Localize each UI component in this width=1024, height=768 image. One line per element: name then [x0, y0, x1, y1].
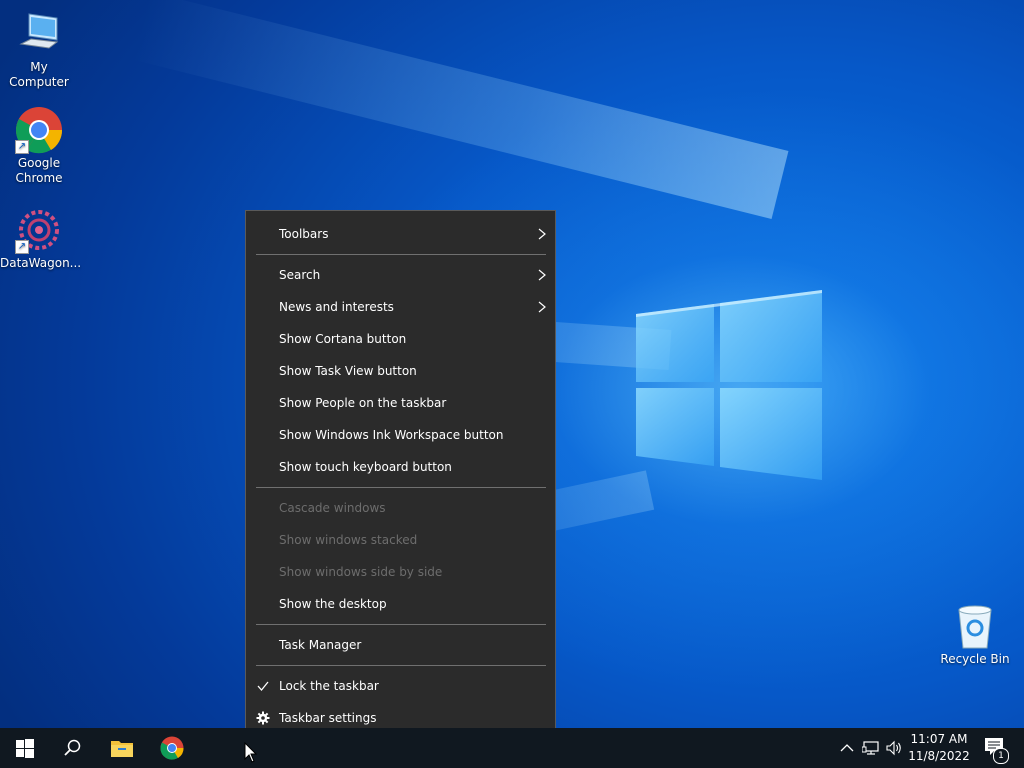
menu-item-show-people[interactable]: Show People on the taskbar	[246, 387, 555, 419]
menu-item-search[interactable]: Search	[246, 259, 555, 291]
desktop-icon-datawagon[interactable]: ↗ DataWagon...	[0, 206, 82, 271]
shortcut-arrow-icon: ↗	[15, 140, 29, 154]
file-explorer-button[interactable]	[98, 728, 146, 768]
folder-icon	[111, 741, 133, 757]
menu-separator	[256, 624, 546, 625]
computer-icon	[15, 10, 63, 58]
menu-item-task-manager[interactable]: Task Manager	[246, 629, 555, 661]
datawagon-icon: ↗	[15, 206, 63, 254]
menu-item-cascade-windows: Cascade windows	[279, 501, 386, 515]
recycle-bin-icon	[951, 602, 999, 650]
menu-item-lock-the-taskbar[interactable]: Lock the taskbar	[246, 670, 555, 702]
chevron-right-icon	[538, 269, 546, 281]
search-icon	[64, 739, 81, 756]
menu-item-show-windows-side-by-side: Show windows side by side	[279, 565, 443, 579]
desktop-icon-label: Recycle Bin	[940, 652, 1010, 666]
menu-item-show-windows-stacked: Show windows stacked	[279, 533, 418, 547]
desktop-icon-label: DataWagon...	[0, 256, 82, 270]
chrome-taskbar-button[interactable]	[148, 728, 196, 768]
notification-count-badge: 1	[993, 748, 1009, 764]
menu-separator	[256, 487, 546, 488]
clock-date: 11/8/2022	[908, 749, 970, 763]
chevron-right-icon	[538, 301, 546, 313]
taskbar[interactable]: 11:07 AM 11/8/2022 1	[0, 728, 1024, 768]
chrome-icon: ↗	[15, 106, 63, 154]
clock-time: 11:07 AM	[910, 732, 968, 746]
menu-item-toolbars[interactable]: Toolbars	[246, 218, 555, 250]
shortcut-arrow-icon: ↗	[15, 240, 29, 254]
desktop-icon-my-computer[interactable]: My Computer	[0, 10, 78, 90]
checkmark-icon	[257, 681, 269, 692]
menu-item-show-ink-workspace[interactable]: Show Windows Ink Workspace button	[246, 419, 555, 451]
desktop-icon-recycle-bin[interactable]: Recycle Bin	[936, 602, 1014, 667]
windows-logo	[636, 290, 822, 480]
mouse-cursor-icon	[244, 742, 258, 763]
action-center-button[interactable]: 1	[978, 728, 1018, 768]
menu-separator	[256, 665, 546, 666]
menu-item-show-task-view-button[interactable]: Show Task View button	[246, 355, 555, 387]
search-button[interactable]	[48, 728, 96, 768]
desktop-icon-label: My Computer	[9, 60, 69, 89]
chevron-right-icon	[538, 228, 546, 240]
menu-item-show-cortana-button[interactable]: Show Cortana button	[246, 323, 555, 355]
chevron-up-icon[interactable]	[838, 738, 856, 758]
desktop-icon-google-chrome[interactable]: ↗ Google Chrome	[0, 106, 78, 186]
volume-icon[interactable]	[885, 738, 903, 758]
chrome-icon	[160, 736, 184, 760]
gear-icon	[256, 711, 270, 725]
desktop-icon-label: Google Chrome	[15, 156, 63, 185]
menu-item-show-touch-keyboard[interactable]: Show touch keyboard button	[246, 451, 555, 483]
menu-item-show-the-desktop[interactable]: Show the desktop	[246, 588, 555, 620]
network-icon[interactable]	[862, 738, 880, 758]
windows-start-icon	[16, 739, 34, 758]
menu-separator	[256, 254, 546, 255]
light-beam	[131, 0, 789, 219]
menu-item-news-and-interests[interactable]: News and interests	[246, 291, 555, 323]
taskbar-clock[interactable]: 11:07 AM 11/8/2022	[905, 731, 973, 765]
taskbar-context-menu: Toolbars Search News and interests Show …	[245, 210, 556, 742]
start-button[interactable]	[0, 728, 48, 768]
